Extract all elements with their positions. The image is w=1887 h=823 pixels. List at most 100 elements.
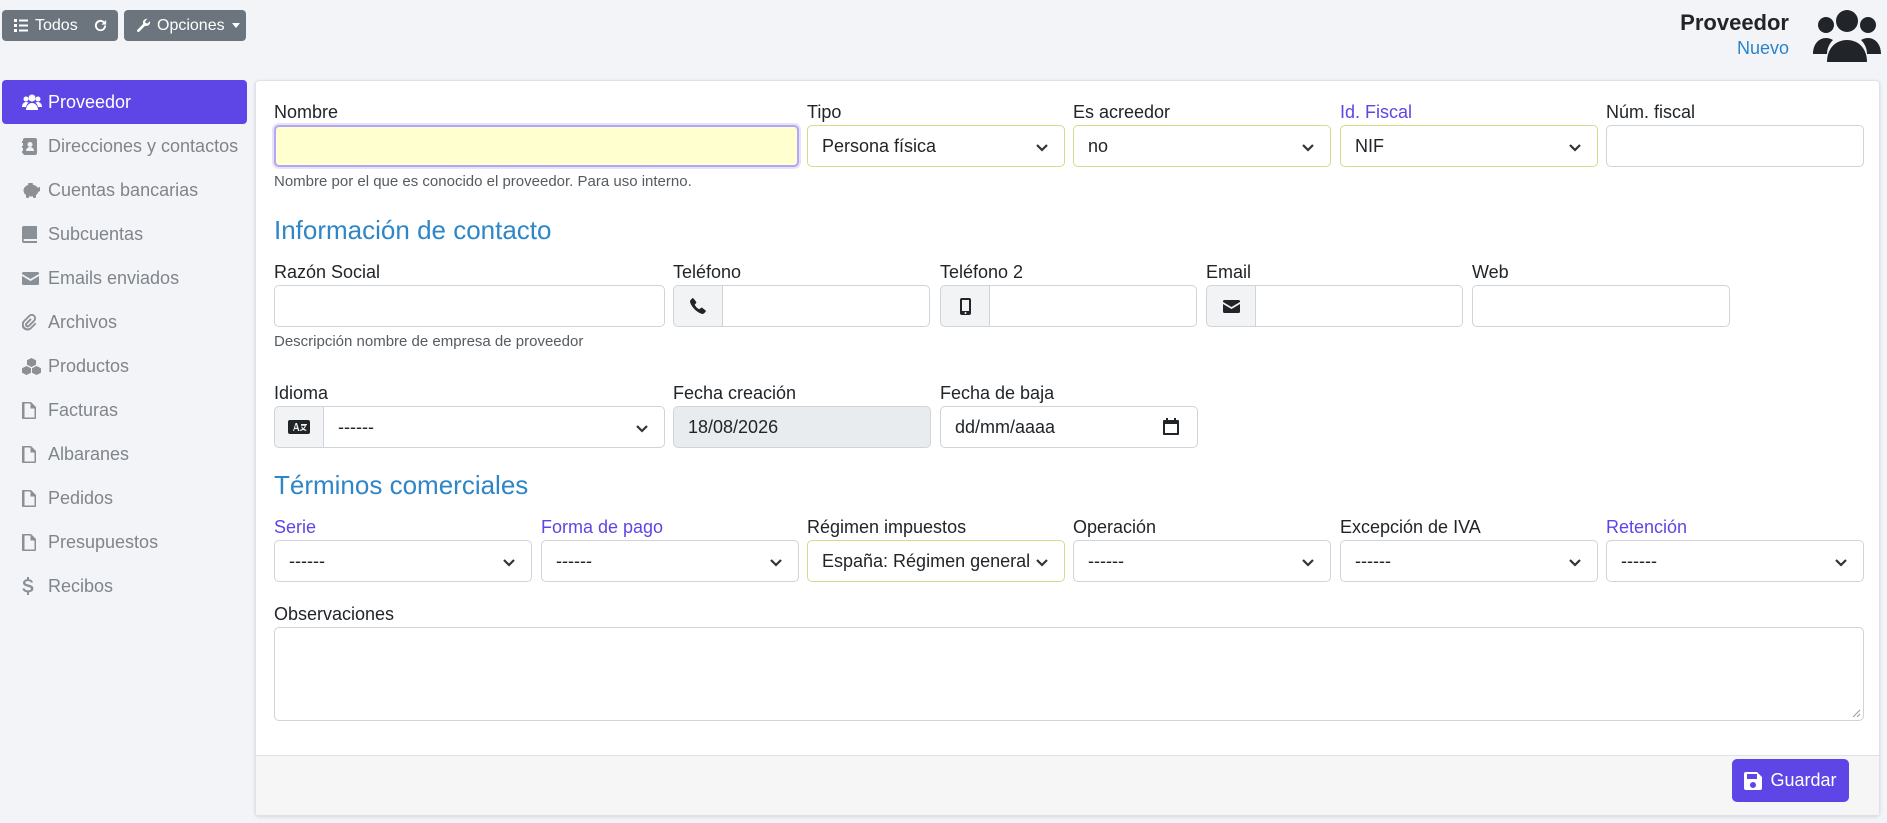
email-addon [1206, 285, 1256, 327]
fecha-creacion-label: Fecha creación [673, 383, 797, 403]
page-title: Proveedor [1680, 10, 1789, 35]
sidebar-item-proveedor[interactable]: Proveedor [2, 80, 247, 124]
phone-icon [690, 298, 706, 314]
numfiscal-label: Núm. fiscal [1606, 102, 1696, 122]
telefono-label: Teléfono [673, 262, 742, 282]
fecha-baja-label: Fecha de baja [940, 383, 1055, 403]
acreedor-value: no [1088, 135, 1109, 156]
excepcion-label: Excepción de IVA [1340, 517, 1481, 537]
fecha-baja-value: dd/mm/aaaa [955, 416, 1056, 437]
chevron-down-icon [1034, 554, 1050, 570]
sidebar-item-facturas[interactable]: Facturas [2, 388, 247, 432]
sidebar-item-archivos[interactable]: Archivos [2, 300, 247, 344]
regimen-select[interactable]: España: Régimen general [807, 540, 1065, 582]
forma-pago-select[interactable]: ------ [541, 540, 799, 582]
sidebar-item-label: Facturas [48, 399, 119, 420]
contact-section-title: Información de contacto [274, 215, 552, 245]
tipo-select[interactable]: Persona física [807, 125, 1065, 167]
sidebar-item-albaranes[interactable]: Albaranes [2, 432, 247, 476]
sidebar-item-direcciones[interactable]: Direcciones y contactos [2, 124, 247, 168]
options-button[interactable]: Opciones [124, 10, 246, 41]
chevron-down-icon [1300, 139, 1316, 155]
chevron-down-icon [634, 420, 650, 436]
idfiscal-value: NIF [1355, 135, 1384, 156]
idfiscal-select[interactable]: NIF [1340, 125, 1598, 167]
serie-label[interactable]: Serie [274, 517, 316, 538]
calendar-icon[interactable] [1163, 418, 1179, 435]
sidebar-item-productos[interactable]: Productos [2, 344, 247, 388]
idioma-select[interactable]: ------ [323, 406, 665, 448]
file-icon [22, 488, 44, 508]
piggy-bank-icon [22, 180, 44, 200]
save-button[interactable]: Guardar [1732, 759, 1849, 802]
serie-select[interactable]: ------ [274, 540, 532, 582]
observaciones-textarea[interactable] [274, 627, 1864, 721]
regimen-label: Régimen impuestos [807, 517, 967, 537]
sidebar-item-label: Subcuentas [48, 223, 144, 244]
sidebar-item-label: Recibos [48, 575, 114, 596]
address-book-icon [22, 136, 44, 156]
sidebar-item-cuentas-bancarias[interactable]: Cuentas bancarias [2, 168, 247, 212]
telefono-input[interactable] [722, 285, 930, 327]
fecha-baja-input[interactable]: dd/mm/aaaa [940, 406, 1198, 448]
all-button-label: Todos [35, 16, 78, 34]
acreedor-label: Es acreedor [1073, 102, 1171, 122]
users-icon [1813, 8, 1881, 67]
chevron-down-icon [1034, 139, 1050, 155]
telefono2-input[interactable] [989, 285, 1197, 327]
options-button-label: Opciones [157, 16, 225, 34]
fecha-creacion-value: 18/08/2026 [688, 416, 779, 437]
wrench-icon [136, 18, 151, 33]
all-button[interactable]: Todos [2, 10, 118, 41]
sidebar-item-label: Direcciones y contactos [48, 135, 239, 156]
numfiscal-input[interactable] [1606, 125, 1864, 167]
chevron-down-icon [1567, 554, 1583, 570]
dollar-icon [22, 576, 44, 596]
razon-help: Descripción nombre de empresa de proveed… [274, 333, 584, 350]
sidebar-item-presupuestos[interactable]: Presupuestos [2, 520, 247, 564]
resize-handle-icon[interactable] [1852, 709, 1861, 718]
paperclip-icon [22, 312, 44, 332]
save-icon [1744, 771, 1763, 790]
sidebar-item-recibos[interactable]: Recibos [2, 564, 247, 608]
envelope-icon [1222, 299, 1240, 313]
web-label: Web [1472, 262, 1509, 282]
users-icon [22, 92, 44, 112]
idioma-label: Idioma [274, 383, 329, 403]
razon-input[interactable] [274, 285, 665, 327]
phone-addon [673, 285, 723, 327]
excepcion-select[interactable]: ------ [1340, 540, 1598, 582]
web-input[interactable] [1472, 285, 1730, 327]
sidebar-item-label: Archivos [48, 311, 118, 332]
sidebar-item-subcuentas[interactable]: Subcuentas [2, 212, 247, 256]
retencion-label[interactable]: Retención [1606, 517, 1687, 538]
book-icon [22, 224, 44, 244]
language-icon [288, 420, 310, 434]
terms-section-title: Términos comerciales [274, 470, 529, 500]
nombre-input[interactable] [274, 125, 799, 167]
idfiscal-label[interactable]: Id. Fiscal [1340, 102, 1412, 123]
nombre-help: Nombre por el que es conocido el proveed… [274, 173, 692, 190]
file-icon [22, 400, 44, 420]
operacion-select[interactable]: ------ [1073, 540, 1331, 582]
save-button-label: Guardar [1770, 770, 1837, 790]
nombre-label: Nombre [274, 102, 339, 122]
email-input[interactable] [1255, 285, 1463, 327]
retencion-value: ------ [1621, 550, 1657, 571]
chevron-down-icon [1300, 554, 1316, 570]
email-label: Email [1206, 262, 1252, 282]
cubes-icon [22, 356, 44, 376]
forma-pago-value: ------ [556, 550, 592, 571]
page-subtitle: Nuevo [1736, 38, 1789, 58]
file-icon [22, 444, 44, 464]
acreedor-select[interactable]: no [1073, 125, 1331, 167]
serie-value: ------ [289, 550, 325, 571]
sidebar-item-label: Proveedor [48, 91, 132, 112]
sidebar-item-emails[interactable]: Emails enviados [2, 256, 247, 300]
refresh-icon[interactable] [93, 18, 108, 33]
mobile-icon [959, 297, 971, 315]
form-card: Nombre Nombre por el que es conocido el … [255, 80, 1880, 816]
sidebar-item-pedidos[interactable]: Pedidos [2, 476, 247, 520]
forma-pago-label[interactable]: Forma de pago [541, 517, 663, 538]
retencion-select[interactable]: ------ [1606, 540, 1864, 582]
